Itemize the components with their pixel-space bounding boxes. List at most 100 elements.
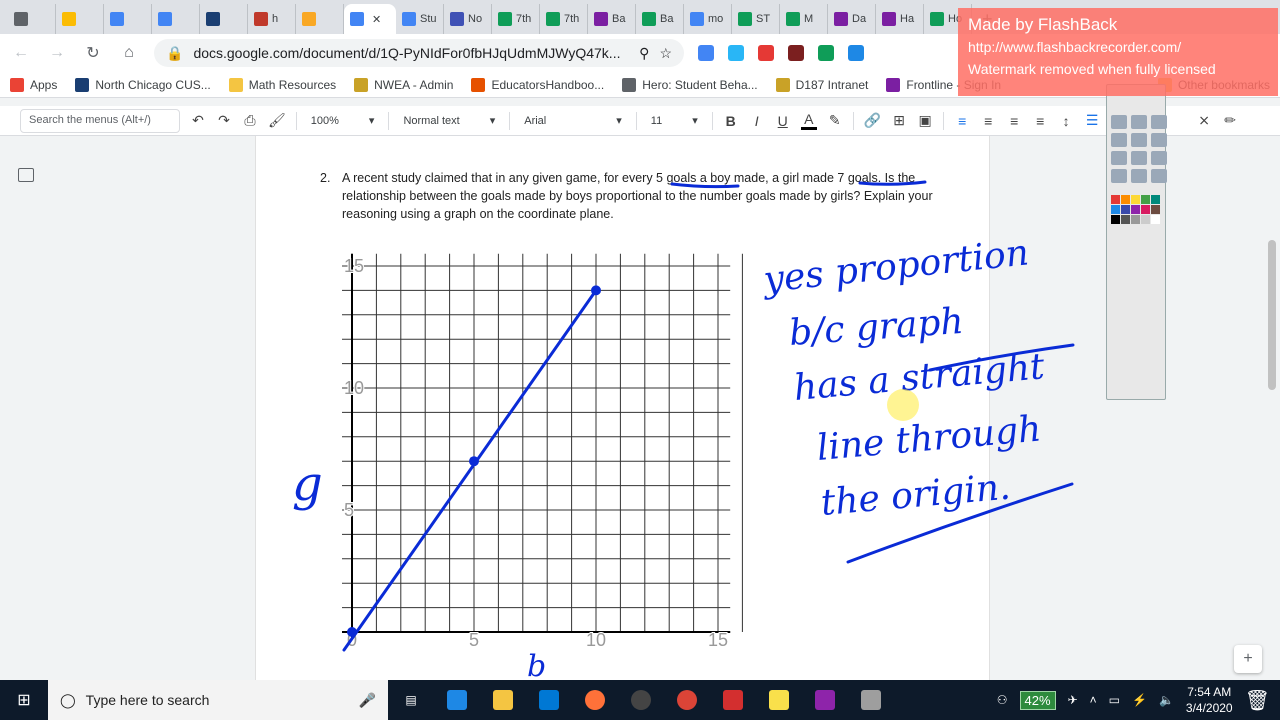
extension-icon[interactable]	[788, 45, 804, 61]
file-explorer-icon[interactable]	[480, 680, 526, 720]
home-icon[interactable]: ⌂	[118, 44, 140, 62]
browser-tab[interactable]: mo	[684, 4, 732, 34]
color-swatch[interactable]	[1111, 195, 1120, 204]
extension-icon[interactable]	[818, 45, 834, 61]
palette-tool-icon[interactable]	[1111, 133, 1127, 147]
taskbar-search-box[interactable]: ◯ Type here to search 🎤	[48, 680, 388, 720]
clock[interactable]: 7:54 AM 3/4/2020	[1186, 684, 1233, 716]
browser-tab[interactable]: h	[248, 4, 296, 34]
numbered-list-icon[interactable]: ☰	[1084, 112, 1100, 129]
windows-start-icon[interactable]: ⊞	[0, 680, 48, 720]
browser-tab[interactable]: Ha	[876, 4, 924, 34]
microphone-icon[interactable]: 🎤	[359, 692, 376, 709]
zoom-select[interactable]: 100% ▾	[307, 114, 379, 128]
link-icon[interactable]: 🔗	[864, 112, 881, 129]
forward-icon[interactable]: →	[46, 44, 68, 62]
airplane-icon[interactable]: ✈	[1068, 693, 1078, 707]
bookmark-item[interactable]: Hero: Student Beha...	[622, 77, 758, 92]
browser-tab[interactable]: Stu	[396, 4, 444, 34]
sticky-notes-icon[interactable]	[756, 680, 802, 720]
chevron-up-icon[interactable]: ˄	[1090, 693, 1097, 707]
battery-indicator[interactable]: 42%	[1019, 690, 1056, 710]
color-swatch[interactable]	[1131, 215, 1140, 224]
editing-mode-icon[interactable]: ✏	[1222, 112, 1238, 129]
palette-tool-icon[interactable]	[1151, 133, 1167, 147]
highlight-icon[interactable]: ✎	[827, 112, 843, 129]
zoom-search-icon[interactable]: ⚲	[639, 45, 649, 62]
style-select[interactable]: Normal text ▾	[399, 114, 499, 128]
line-spacing-icon[interactable]: ↕	[1058, 113, 1074, 129]
bookmark-item[interactable]: NWEA - Admin	[354, 77, 453, 92]
battery-icon[interactable]: ▭	[1109, 693, 1120, 707]
search-menus-input[interactable]: Search the menus (Alt+/)	[20, 108, 180, 133]
app-icon[interactable]	[618, 680, 664, 720]
browser-tab[interactable]	[152, 4, 200, 34]
color-swatch[interactable]	[1111, 205, 1120, 214]
color-swatch[interactable]	[1121, 195, 1130, 204]
redo-icon[interactable]: ↷	[216, 112, 232, 129]
question-block[interactable]: 2. A recent study claimed that in any gi…	[320, 169, 940, 223]
text-color-icon[interactable]: A	[800, 111, 817, 130]
comment-icon[interactable]: ⊞	[891, 112, 907, 129]
chrome-icon[interactable]	[664, 680, 710, 720]
browser-tab[interactable]: M	[780, 4, 828, 34]
font-size-select[interactable]: 11 ▾	[647, 114, 702, 128]
palette-tool-icon[interactable]	[1151, 169, 1167, 183]
bookmark-item[interactable]: North Chicago CUS...	[75, 77, 211, 92]
extension-icon[interactable]	[728, 45, 744, 61]
mail-icon[interactable]	[526, 680, 572, 720]
color-swatch[interactable]	[1131, 205, 1140, 214]
volume-icon[interactable]: 🔈	[1159, 693, 1174, 707]
annotation-tool-palette[interactable]	[1106, 84, 1167, 400]
bold-icon[interactable]: B	[723, 113, 739, 129]
extension-icon[interactable]	[698, 45, 714, 61]
extension-icon[interactable]	[848, 45, 864, 61]
browser-tab[interactable]: No	[444, 4, 492, 34]
browser-tab[interactable]	[200, 4, 248, 34]
scrollbar-thumb[interactable]	[1268, 240, 1276, 390]
color-swatch[interactable]	[1151, 205, 1160, 214]
browser-tab[interactable]: ✕	[344, 4, 396, 34]
color-swatch[interactable]	[1111, 215, 1120, 224]
app-icon[interactable]	[848, 680, 894, 720]
palette-tool-icon[interactable]	[1151, 151, 1167, 165]
app-icon[interactable]	[802, 680, 848, 720]
browser-tab[interactable]	[8, 4, 56, 34]
task-view-icon[interactable]: ▤	[388, 680, 434, 720]
palette-tool-icon[interactable]	[1131, 115, 1147, 129]
italic-icon[interactable]: I	[749, 113, 765, 129]
browser-tab[interactable]	[296, 4, 344, 34]
browser-tab[interactable]: Ba	[636, 4, 684, 34]
firefox-icon[interactable]	[572, 680, 618, 720]
document-outline-icon[interactable]	[18, 168, 34, 182]
palette-tool-icon[interactable]	[1111, 115, 1127, 129]
underline-icon[interactable]: U	[775, 113, 791, 129]
font-select[interactable]: Arial ▾	[520, 114, 626, 128]
extension-icon[interactable]	[758, 45, 774, 61]
bookmark-star-icon[interactable]: ☆	[659, 45, 672, 62]
color-swatch[interactable]	[1121, 205, 1130, 214]
close-tab-icon[interactable]: ✕	[372, 13, 381, 26]
bookmark-item[interactable]: Apps	[10, 77, 57, 92]
palette-tool-icon[interactable]	[1131, 133, 1147, 147]
browser-tab[interactable]	[104, 4, 152, 34]
color-swatch[interactable]	[1141, 205, 1150, 214]
palette-tool-icon[interactable]	[1151, 115, 1167, 129]
print-icon[interactable]: ⎙	[242, 112, 258, 129]
clear-format-icon[interactable]: ⨯	[1196, 112, 1212, 129]
back-icon[interactable]: ←	[10, 44, 32, 62]
color-swatch[interactable]	[1141, 195, 1150, 204]
palette-tool-icon[interactable]	[1111, 169, 1127, 183]
paint-format-icon[interactable]: 🖌	[268, 112, 286, 129]
browser-tab[interactable]: 7th	[540, 4, 588, 34]
bookmark-item[interactable]: Math Resources	[228, 77, 336, 92]
people-icon[interactable]: ⚇	[997, 693, 1008, 707]
bookmark-item[interactable]: EducatorsHandboo...	[471, 77, 604, 92]
undo-icon[interactable]: ↶	[190, 112, 206, 129]
address-bar[interactable]: 🔒 docs.google.com/document/d/1Q-PyNIdFor…	[154, 39, 684, 67]
image-icon[interactable]: ▣	[917, 112, 933, 129]
network-icon[interactable]: ⚡	[1132, 693, 1147, 707]
edge-icon[interactable]	[434, 680, 480, 720]
add-comment-icon[interactable]: +	[1234, 645, 1262, 673]
color-swatch[interactable]	[1141, 215, 1150, 224]
